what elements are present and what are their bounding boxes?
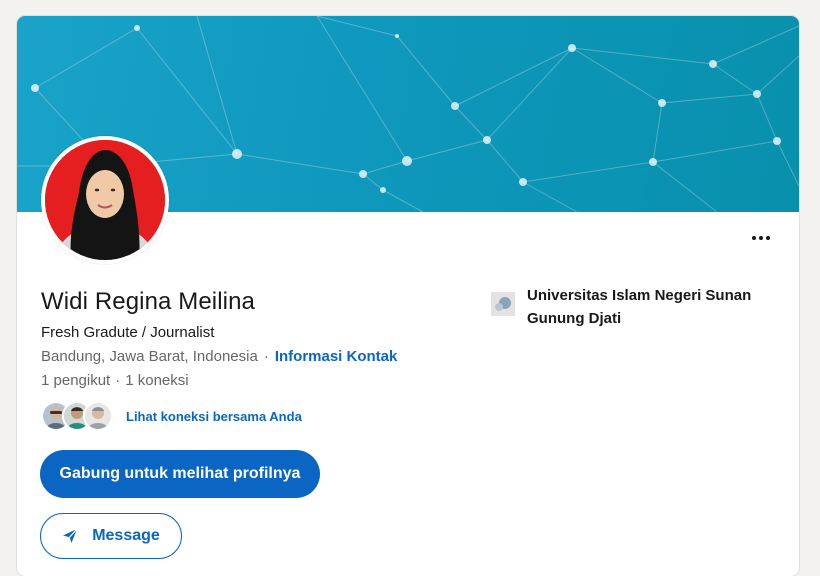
more-options-button[interactable] (745, 226, 777, 250)
shared-connections-link[interactable]: Lihat koneksi bersama Anda (126, 409, 302, 424)
more-horizontal-icon (752, 236, 756, 240)
location-row: Bandung, Jawa Barat, Indonesia · Informasi… (41, 348, 397, 365)
connections-count: 1 koneksi (125, 372, 189, 389)
profile-card: Widi Regina Meilina Fresh Gradute / Jour… (17, 16, 799, 576)
profile-location: Bandung, Jawa Barat, Indonesia (41, 348, 258, 365)
education-entry[interactable]: Universitas Islam Negeri Sunan Gunung Dj… (491, 284, 781, 330)
profile-photo-image (45, 140, 165, 260)
location-separator: · (263, 348, 269, 365)
message-button-label: Message (92, 527, 160, 544)
send-icon (62, 528, 78, 544)
followers-count: 1 pengikut (41, 372, 111, 389)
stats-row: 1 pengikut · 1 koneksi (41, 372, 189, 389)
join-to-view-profile-button[interactable]: Gabung untuk melihat profilnya (40, 450, 320, 498)
stats-separator: · (115, 372, 121, 389)
profile-headline: Fresh Gradute / Journalist (41, 324, 215, 341)
contact-info-link[interactable]: Informasi Kontak (275, 348, 398, 365)
shared-connections[interactable]: Lihat koneksi bersama Anda (41, 400, 302, 432)
message-button[interactable]: Message (40, 513, 182, 559)
school-name: Universitas Islam Negeri Sunan Gunung Dj… (527, 287, 752, 327)
connection-avatar (83, 401, 113, 431)
profile-photo[interactable] (41, 136, 169, 264)
school-logo-icon (491, 292, 515, 316)
profile-name: Widi Regina Meilina (41, 288, 255, 315)
